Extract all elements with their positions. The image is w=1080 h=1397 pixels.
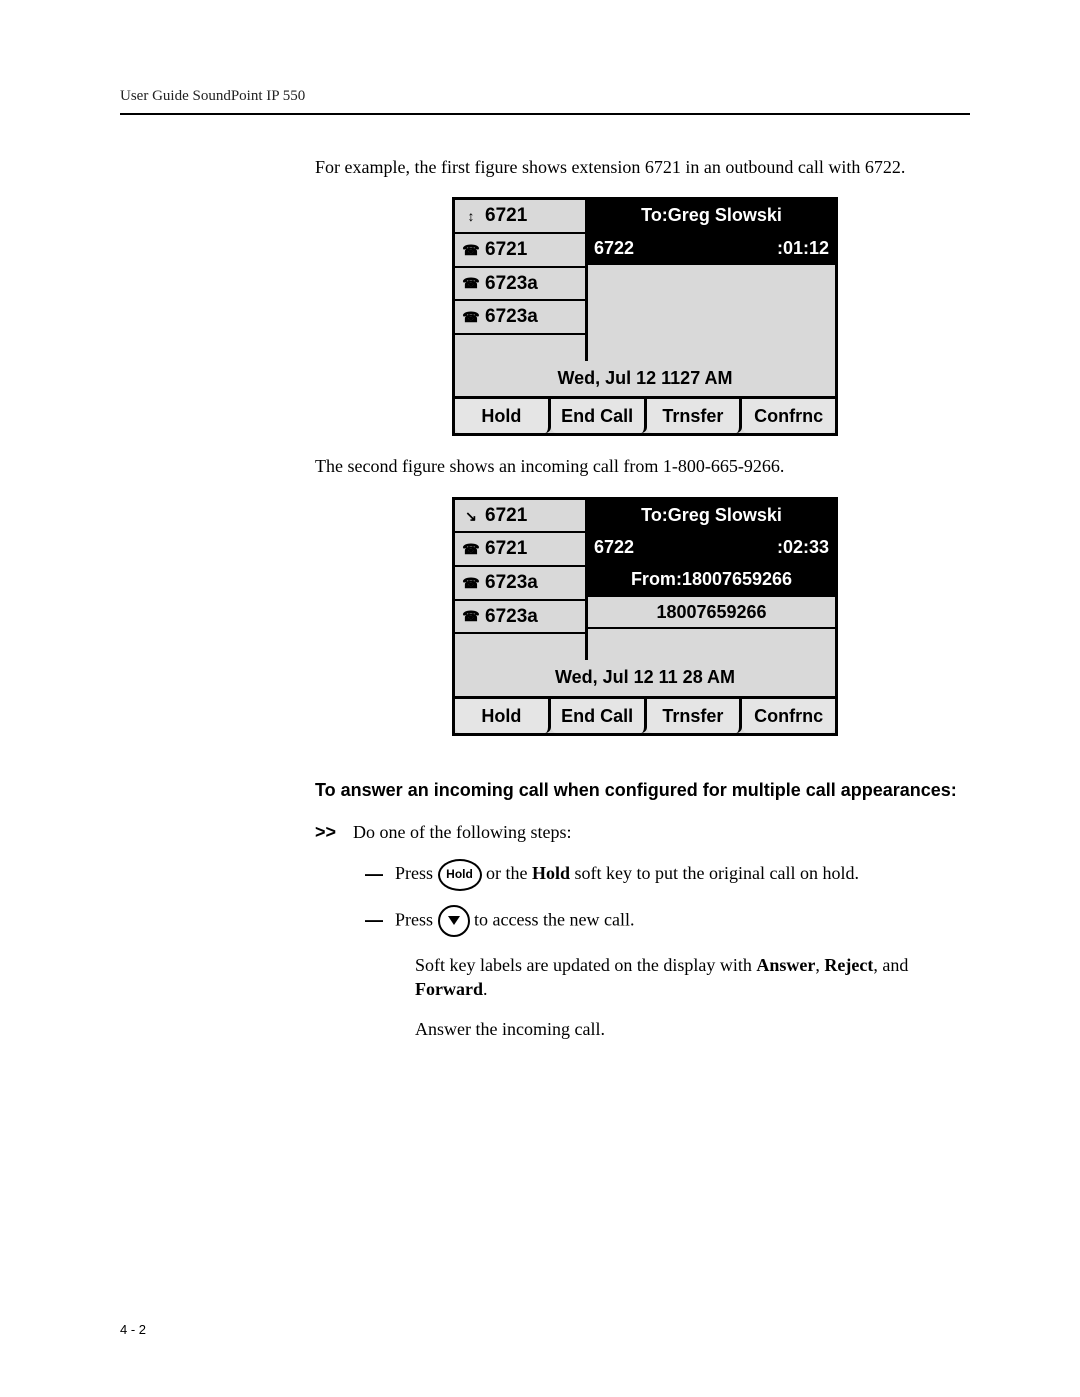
- dash-bullet: —: [365, 908, 383, 932]
- line-label: 6723a: [485, 304, 538, 330]
- call-info-pane: To:Greg Slowski 6722 :01:12: [588, 200, 835, 361]
- sub-step-2: — Press to access the new call.: [365, 905, 975, 937]
- softkey-endcall: End Call: [551, 699, 647, 733]
- line-key-1: ↕ 6721: [455, 200, 585, 234]
- hold-bold: Hold: [532, 862, 570, 882]
- softkey-endcall: End Call: [551, 399, 647, 433]
- forward-bold: Forward: [415, 979, 483, 999]
- line-key-4: ☎ 6723a: [455, 301, 585, 335]
- hold-key-icon: Hold: [438, 859, 482, 891]
- call-to-label: To:Greg Slowski: [588, 500, 835, 532]
- phone-icon: ☎: [461, 576, 481, 590]
- softkey-conference: Confrnc: [742, 399, 835, 433]
- phone-icon: ☎: [461, 276, 481, 290]
- header-rule: [120, 113, 970, 115]
- intro-paragraph-2: The second figure shows an incoming call…: [315, 454, 975, 478]
- phone-icon: ☎: [461, 609, 481, 623]
- text: to access the new call.: [474, 909, 634, 929]
- softkey-row: Hold End Call Trnsfer Confrnc: [455, 696, 835, 733]
- sub-steps: — Press Hold or the Hold soft key to put…: [365, 859, 975, 1042]
- text: Press: [395, 862, 433, 882]
- line-key-4: ☎ 6723a: [455, 601, 585, 635]
- down-arrow-key-icon: [438, 905, 470, 937]
- text: soft key to put the original call on hol…: [570, 862, 859, 882]
- figure-2: ↘ 6721 ☎ 6721 ☎ 6723a ☎: [315, 497, 975, 736]
- text: .: [483, 979, 488, 999]
- softkey-hold: Hold: [455, 699, 551, 733]
- line-label: 6723a: [485, 604, 538, 630]
- text: Press: [395, 909, 433, 929]
- line-keys-pane: ↕ 6721 ☎ 6721 ☎ 6723a ☎: [455, 200, 588, 361]
- procedure-heading: To answer an incoming call when configur…: [315, 778, 975, 802]
- phone-icon: ☎: [461, 542, 481, 556]
- softkey-row: Hold End Call Trnsfer Confrnc: [455, 396, 835, 433]
- line-label: 6721: [485, 536, 527, 562]
- down-triangle-icon: [448, 916, 460, 925]
- answer-line: Answer the incoming call.: [415, 1017, 975, 1041]
- step-text: Do one of the following steps:: [353, 820, 571, 844]
- active-call-icon: ↕: [461, 209, 481, 223]
- intro-paragraph-1: For example, the first figure shows exte…: [315, 155, 975, 179]
- call-info-pane: To:Greg Slowski 6722 :02:33 From:1800765…: [588, 500, 835, 661]
- call-number-row: 6722 :02:33: [588, 532, 835, 564]
- line-key-2: ☎ 6721: [455, 533, 585, 567]
- line-key-2: ☎ 6721: [455, 234, 585, 268]
- figure-1: ↕ 6721 ☎ 6721 ☎ 6723a ☎: [315, 197, 975, 436]
- running-header: User Guide SoundPoint IP 550: [120, 88, 970, 105]
- line-key-1: ↘ 6721: [455, 500, 585, 534]
- text: Soft key labels are updated on the displ…: [415, 955, 756, 975]
- datetime-bar: Wed, Jul 12 11 28 AM: [455, 660, 835, 695]
- document-page: User Guide SoundPoint IP 550 For example…: [0, 0, 1080, 1397]
- body-column: For example, the first figure shows exte…: [315, 155, 975, 1041]
- subtext: Press to access the new call.: [395, 905, 634, 937]
- step-marker: >>: [315, 820, 341, 844]
- dash-bullet: —: [365, 862, 383, 886]
- incoming-call-icon: ↘: [461, 509, 481, 523]
- caller-id: 18007659266: [588, 597, 835, 629]
- step-1: >> Do one of the following steps:: [315, 820, 975, 844]
- line-label: 6723a: [485, 271, 538, 297]
- softkey-hold: Hold: [455, 399, 551, 433]
- answer-bold: Answer: [756, 955, 815, 975]
- softkey-transfer: Trnsfer: [647, 399, 743, 433]
- page-number: 4 - 2: [120, 1322, 146, 1337]
- reject-bold: Reject: [824, 955, 873, 975]
- call-from-label: From:18007659266: [588, 564, 835, 596]
- called-number: 6722: [594, 535, 634, 559]
- text: , and: [873, 955, 908, 975]
- line-label: 6721: [485, 203, 527, 229]
- sub-step-1: — Press Hold or the Hold soft key to put…: [365, 859, 975, 891]
- softkey-note: Soft key labels are updated on the displ…: [415, 953, 975, 1002]
- line-key-3: ☎ 6723a: [455, 268, 585, 302]
- softkey-transfer: Trnsfer: [647, 699, 743, 733]
- line-keys-pane: ↘ 6721 ☎ 6721 ☎ 6723a ☎: [455, 500, 588, 661]
- call-to-label: To:Greg Slowski: [588, 200, 835, 232]
- subtext: Press Hold or the Hold soft key to put t…: [395, 859, 859, 891]
- phone-screen-2: ↘ 6721 ☎ 6721 ☎ 6723a ☎: [452, 497, 838, 736]
- line-label: 6723a: [485, 570, 538, 596]
- line-key-3: ☎ 6723a: [455, 567, 585, 601]
- line-label: 6721: [485, 503, 527, 529]
- datetime-bar: Wed, Jul 12 1127 AM: [455, 361, 835, 396]
- call-timer: :01:12: [777, 236, 829, 260]
- line-label: 6721: [485, 237, 527, 263]
- softkey-conference: Confrnc: [742, 699, 835, 733]
- phone-icon: ☎: [461, 243, 481, 257]
- phone-screen-1: ↕ 6721 ☎ 6721 ☎ 6723a ☎: [452, 197, 838, 436]
- phone-icon: ☎: [461, 310, 481, 324]
- text: or the: [486, 862, 532, 882]
- call-number-row: 6722 :01:12: [588, 233, 835, 265]
- called-number: 6722: [594, 236, 634, 260]
- call-timer: :02:33: [777, 535, 829, 559]
